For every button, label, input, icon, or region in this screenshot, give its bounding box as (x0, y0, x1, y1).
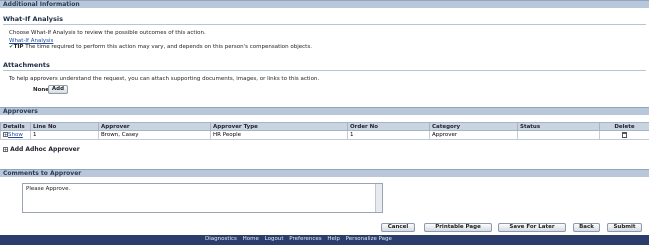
col-approver: Approver (98, 122, 211, 131)
add-adhoc-approver-label[interactable]: Add Adhoc Approver (10, 146, 80, 153)
footer-link-logout[interactable]: Logout (265, 236, 284, 242)
approvers-header: Approvers (0, 107, 649, 115)
show-details-link[interactable]: Show (8, 132, 23, 138)
col-approver-type: Approver Type (210, 122, 348, 131)
col-category: Category (429, 122, 518, 131)
footer-link-personalize-page[interactable]: Personalize Page (346, 236, 392, 242)
comments-title: Comments to Approver (3, 170, 82, 177)
footer-link-home[interactable]: Home (243, 236, 259, 242)
comments-scrollbar[interactable] (375, 184, 382, 212)
add-adhoc-plus-icon[interactable]: + (3, 147, 8, 152)
approvers-header-row: Details Line No Approver Approver Type O… (0, 122, 649, 131)
printable-page-button[interactable]: Printable Page (424, 223, 492, 232)
approver-type-cell: HR People (210, 130, 348, 140)
additional-info-header: Additional Information (0, 0, 649, 8)
footer-link-diagnostics[interactable]: Diagnostics (205, 236, 237, 242)
line-no-cell: 1 (30, 130, 99, 140)
attachments-instruction: To help approvers understand the request… (9, 76, 320, 82)
footer-bar: Diagnostics Home Logout Preferences Help… (0, 235, 649, 245)
add-attachment-button[interactable]: Add (48, 85, 68, 94)
delete-cell (599, 130, 649, 140)
add-adhoc-row[interactable]: + Add Adhoc Approver (3, 146, 80, 153)
footer-links: Diagnostics Home Logout Preferences Help… (205, 236, 396, 242)
submit-button[interactable]: Submit (607, 223, 642, 232)
col-line-no: Line No (30, 122, 99, 131)
back-button[interactable]: Back (573, 223, 600, 232)
col-details: Details (0, 122, 31, 131)
tip-row: ✔TIP The time required to perform this a… (9, 44, 312, 50)
comments-text: Please Approve. (26, 186, 71, 192)
footer-link-preferences[interactable]: Preferences (289, 236, 321, 242)
col-delete: Delete (599, 122, 649, 131)
footer-link-help[interactable]: Help (327, 236, 340, 242)
col-order-no: Order No (347, 122, 430, 131)
order-no-cell: 1 (347, 130, 430, 140)
tip-text: The time required to perform this action… (25, 44, 312, 50)
approver-cell: Brown, Casey (98, 130, 211, 140)
approvers-title: Approvers (3, 108, 38, 115)
what-if-instruction: Choose What-If Analysis to review the po… (9, 30, 206, 36)
attachments-heading: Attachments (3, 61, 50, 69)
col-status: Status (517, 122, 600, 131)
comments-textarea[interactable]: Please Approve. (22, 183, 383, 213)
additional-info-title: Additional Information (3, 1, 80, 8)
trash-icon[interactable] (622, 131, 627, 138)
attachments-none-label: None (33, 87, 50, 93)
status-cell (517, 130, 600, 140)
table-row: +Show 1 Brown, Casey HR People 1 Approve… (0, 130, 649, 140)
details-cell: +Show (0, 130, 31, 140)
comments-header: Comments to Approver (0, 169, 649, 177)
attachments-divider (3, 70, 646, 71)
category-cell: Approver (429, 130, 518, 140)
what-if-divider (3, 24, 646, 25)
cancel-button[interactable]: Cancel (381, 223, 415, 232)
tip-label: TIP (13, 44, 24, 50)
what-if-heading: What-If Analysis (3, 15, 63, 23)
save-for-later-button[interactable]: Save For Later (498, 223, 566, 232)
approvers-table: Details Line No Approver Approver Type O… (0, 122, 649, 140)
